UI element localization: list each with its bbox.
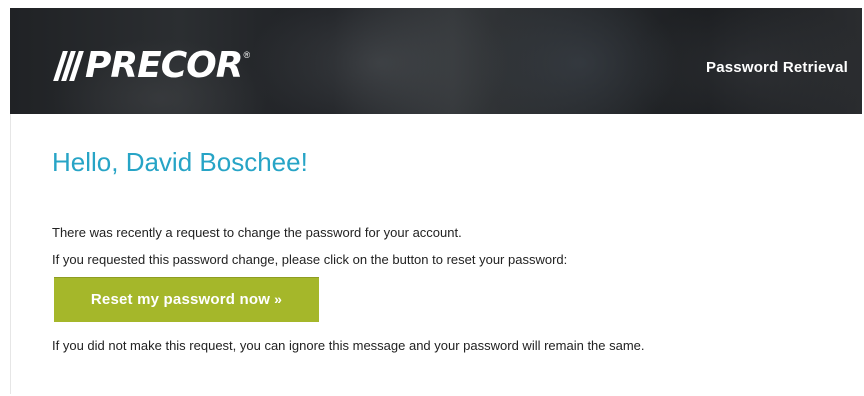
header-title: Password Retrieval	[706, 59, 848, 76]
request-notice-text: There was recently a request to change t…	[52, 225, 462, 240]
logo-stripes-icon	[53, 51, 84, 81]
reset-password-button[interactable]: Reset my password now»	[54, 277, 319, 322]
reset-password-button-label: Reset my password now	[90, 291, 271, 308]
instruction-text: If you requested this password change, p…	[52, 252, 568, 267]
logo-text: PRECOR	[85, 45, 243, 86]
banner-background-blur	[250, 8, 510, 114]
double-chevron-right-icon: »	[274, 291, 283, 307]
precor-logo: PRECOR ®	[53, 45, 251, 86]
email-header-banner: PRECOR ® Password Retrieval	[10, 8, 862, 114]
greeting-heading: Hello, David Boschee!	[52, 147, 308, 177]
ignore-notice-text: If you did not make this request, you ca…	[52, 338, 645, 353]
registered-mark: ®	[243, 50, 251, 60]
content-border	[10, 114, 11, 394]
